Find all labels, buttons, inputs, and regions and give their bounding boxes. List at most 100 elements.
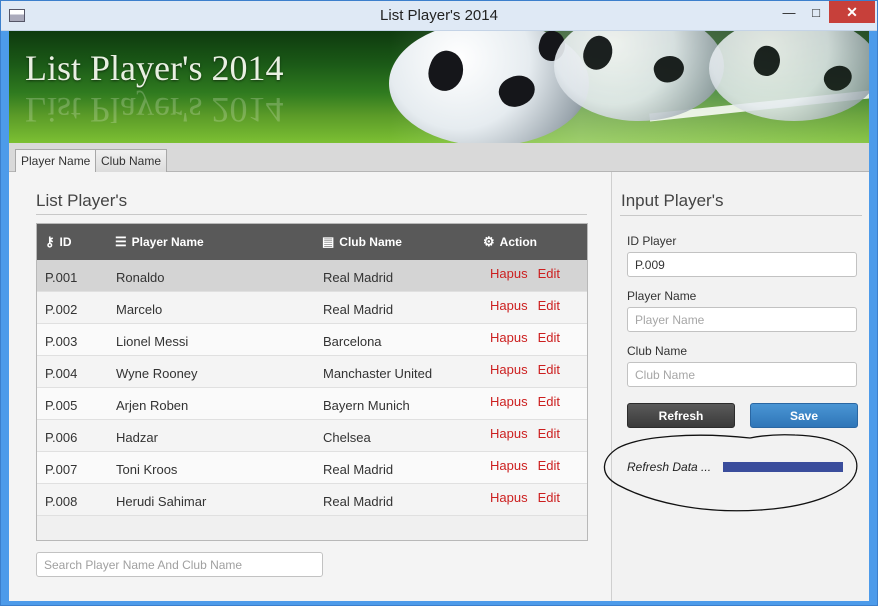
refresh-button[interactable]: Refresh bbox=[627, 403, 735, 428]
cell-action: Hapus Edit bbox=[490, 260, 560, 292]
status-text: Refresh Data ... bbox=[627, 460, 712, 474]
table-row[interactable]: P.005 Arjen Roben Bayern Munich Hapus Edi… bbox=[37, 388, 587, 420]
edit-link[interactable]: Edit bbox=[538, 298, 560, 313]
key-icon: ⚷ bbox=[45, 234, 55, 249]
cell-player-name: Wyne Rooney bbox=[116, 366, 198, 381]
book-icon: ▤ bbox=[322, 234, 335, 249]
title-bar[interactable]: List Player's 2014 — □ ✕ bbox=[1, 1, 877, 31]
input-player-panel: Input Player's ID Player Player Name Clu… bbox=[603, 172, 869, 601]
player-list-panel: List Player's ⚷ ID ☰ Player Name ▤ Club … bbox=[9, 172, 611, 601]
table-row[interactable]: P.002 Marcelo Real Madrid Hapus Edit bbox=[37, 292, 587, 324]
table-row[interactable]: P.003 Lionel Messi Barcelona Hapus Edit bbox=[37, 324, 587, 356]
cell-action: Hapus Edit bbox=[490, 324, 560, 356]
cell-player-name: Toni Kroos bbox=[116, 462, 178, 477]
column-header-club-name[interactable]: ▤ Club Name bbox=[322, 224, 402, 260]
column-label: Action bbox=[499, 235, 537, 249]
cell-id: P.005 bbox=[45, 398, 78, 413]
table-body: P.001 Ronaldo Real Madrid Hapus Edit P.00… bbox=[37, 260, 587, 516]
delete-link[interactable]: Hapus bbox=[490, 298, 528, 313]
player-table[interactable]: ⚷ ID ☰ Player Name ▤ Club Name ⚙ Action bbox=[36, 223, 588, 541]
table-row[interactable]: P.008 Herudi Sahimar Real Madrid Hapus Ed… bbox=[37, 484, 587, 516]
cell-player-name: Arjen Roben bbox=[116, 398, 189, 413]
tab-player-name[interactable]: Player Name bbox=[15, 149, 97, 173]
tab-club-name[interactable]: Club Name bbox=[95, 149, 168, 172]
cell-id: P.007 bbox=[45, 462, 78, 477]
edit-link[interactable]: Edit bbox=[538, 330, 560, 345]
player-name-label: Player Name bbox=[627, 289, 697, 303]
column-header-id[interactable]: ⚷ ID bbox=[45, 224, 72, 260]
cell-id: P.008 bbox=[45, 494, 78, 509]
progress-bar bbox=[723, 462, 844, 472]
edit-link[interactable]: Edit bbox=[538, 490, 560, 505]
cell-action: Hapus Edit bbox=[490, 484, 560, 516]
window-title: List Player's 2014 bbox=[380, 7, 498, 24]
column-label: ID bbox=[59, 235, 72, 249]
banner-title-reflection: List Player's 2014 bbox=[25, 90, 284, 130]
delete-link[interactable]: Hapus bbox=[490, 394, 528, 409]
cell-action: Hapus Edit bbox=[490, 420, 560, 452]
minimize-icon[interactable]: — bbox=[775, 1, 803, 23]
edit-link[interactable]: Edit bbox=[538, 362, 560, 377]
table-row[interactable]: P.007 Toni Kroos Real Madrid Hapus Edit bbox=[37, 452, 587, 484]
edit-link[interactable]: Edit bbox=[538, 266, 560, 281]
table-row[interactable]: P.006 Hadzar Chelsea Hapus Edit bbox=[37, 420, 587, 452]
cell-club-name: Real Madrid bbox=[323, 302, 394, 317]
cell-id: P.006 bbox=[45, 430, 78, 445]
cell-club-name: Bayern Munich bbox=[323, 398, 410, 413]
cell-player-name: Hadzar bbox=[116, 430, 158, 445]
cell-action: Hapus Edit bbox=[490, 292, 560, 324]
edit-link[interactable]: Edit bbox=[538, 394, 560, 409]
form-title: Input Player's bbox=[621, 191, 724, 210]
cell-id: P.002 bbox=[45, 302, 78, 317]
cell-club-name: Real Madrid bbox=[323, 270, 394, 285]
cell-id: P.003 bbox=[45, 334, 78, 349]
club-name-field[interactable] bbox=[627, 362, 857, 387]
edit-link[interactable]: Edit bbox=[538, 426, 560, 441]
divider bbox=[36, 214, 587, 215]
banner-title: List Player's 2014 bbox=[25, 48, 284, 88]
cell-action: Hapus Edit bbox=[490, 388, 560, 420]
cell-club-name: Manchaster United bbox=[323, 366, 433, 381]
cell-club-name: Real Madrid bbox=[323, 462, 394, 477]
delete-link[interactable]: Hapus bbox=[490, 362, 528, 377]
id-player-field[interactable] bbox=[627, 252, 857, 277]
cell-player-name: Lionel Messi bbox=[116, 334, 189, 349]
list-icon: ☰ bbox=[115, 234, 127, 249]
divider bbox=[620, 215, 862, 216]
cell-player-name: Ronaldo bbox=[116, 270, 165, 285]
maximize-icon[interactable]: □ bbox=[803, 1, 829, 23]
delete-link[interactable]: Hapus bbox=[490, 458, 528, 473]
column-header-action[interactable]: ⚙ Action bbox=[483, 224, 537, 260]
column-header-player-name[interactable]: ☰ Player Name bbox=[115, 224, 204, 260]
status-row: Refresh Data ... bbox=[627, 460, 844, 474]
delete-link[interactable]: Hapus bbox=[490, 330, 528, 345]
table-header: ⚷ ID ☰ Player Name ▤ Club Name ⚙ Action bbox=[37, 224, 587, 260]
delete-link[interactable]: Hapus bbox=[490, 426, 528, 441]
cell-action: Hapus Edit bbox=[490, 356, 560, 388]
client-area: List Player's 2014 List Player's 2014 Pl… bbox=[9, 31, 869, 601]
cell-club-name: Real Madrid bbox=[323, 494, 394, 509]
search-input[interactable] bbox=[36, 552, 323, 577]
player-name-field[interactable] bbox=[627, 307, 857, 332]
progress-fill bbox=[723, 462, 844, 472]
column-label: Club Name bbox=[339, 235, 402, 249]
tab-bar: Player Name Club Name bbox=[9, 143, 869, 173]
cell-player-name: Marcelo bbox=[116, 302, 163, 317]
club-name-label: Club Name bbox=[627, 344, 688, 358]
list-title: List Player's bbox=[36, 191, 128, 210]
close-icon[interactable]: ✕ bbox=[829, 1, 875, 23]
cell-id: P.001 bbox=[45, 270, 78, 285]
app-window: List Player's 2014 — □ ✕ List Player's 2… bbox=[0, 0, 878, 606]
save-button[interactable]: Save bbox=[750, 403, 858, 428]
edit-link[interactable]: Edit bbox=[538, 458, 560, 473]
cell-id: P.004 bbox=[45, 366, 78, 381]
cell-action: Hapus Edit bbox=[490, 452, 560, 484]
table-row[interactable]: P.004 Wyne Rooney Manchaster United Hapu… bbox=[37, 356, 587, 388]
header-banner: List Player's 2014 List Player's 2014 bbox=[9, 31, 869, 143]
delete-link[interactable]: Hapus bbox=[490, 266, 528, 281]
gear-icon: ⚙ bbox=[483, 234, 495, 249]
cell-player-name: Herudi Sahimar bbox=[116, 494, 207, 509]
delete-link[interactable]: Hapus bbox=[490, 490, 528, 505]
table-row[interactable]: P.001 Ronaldo Real Madrid Hapus Edit bbox=[37, 260, 587, 292]
id-player-label: ID Player bbox=[627, 234, 677, 248]
